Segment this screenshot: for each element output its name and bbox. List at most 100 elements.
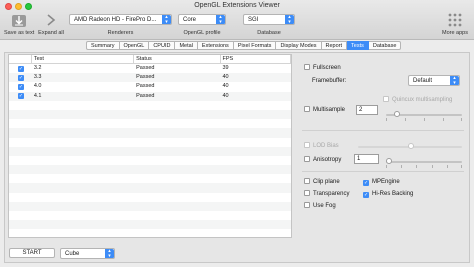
fps-cell: 39 — [222, 65, 229, 71]
table-header: Test Status FPS — [9, 55, 291, 64]
table-row[interactable]: ✓ 4.1 Passed 40 — [9, 91, 291, 101]
quincux-option[interactable]: Quincux multisampling — [383, 96, 452, 104]
tab-database[interactable]: Database — [368, 41, 402, 50]
database-select-value: SGI — [248, 17, 259, 23]
column-header-enabled[interactable] — [9, 55, 32, 63]
toolbar: OpenGL Extensions Viewer Save as text Ex… — [0, 0, 474, 40]
fps-cell: 40 — [222, 74, 229, 81]
multisample-label: Multisample — [313, 107, 346, 113]
anisotropy-label: Anisotropy — [313, 157, 342, 163]
anisotropy-slider-ticks — [386, 165, 462, 168]
lod-bias-label: LOD Bias — [313, 143, 339, 149]
empty-row — [9, 156, 291, 165]
anisotropy-slider[interactable] — [386, 161, 462, 163]
empty-row — [9, 174, 291, 183]
tab-cpuid[interactable]: CPUID — [149, 41, 176, 50]
expand-all-button[interactable]: Expand all — [36, 12, 66, 36]
mpengine-label: MPEngine — [372, 179, 400, 185]
column-header-test[interactable]: Test — [32, 55, 135, 63]
table-body: ✓ 3.2 Passed 39 ✓ 3.3 Passed 40 ✓ 4.0 Pa… — [9, 64, 291, 237]
select-arrows-icon: ▴ ▾ — [285, 15, 294, 24]
multisample-value-field[interactable]: 2 — [356, 105, 378, 115]
multisample-checkbox[interactable] — [304, 106, 310, 112]
mpengine-checkbox[interactable]: ✓ — [363, 180, 369, 186]
tab-report[interactable]: Report — [321, 41, 348, 50]
chevron-right-icon — [47, 14, 56, 26]
test-cell: 3.3 — [33, 74, 42, 81]
tab-display-modes[interactable]: Display Modes — [276, 41, 322, 50]
more-apps-label: More apps — [442, 30, 468, 36]
row-enabled-checkbox[interactable]: ✓ — [18, 83, 24, 90]
start-button[interactable]: START — [9, 248, 55, 258]
mpengine-option[interactable]: ✓ MPEngine — [363, 178, 400, 186]
renderer-select[interactable]: AMD Radeon HD - FirePro D... ▴ ▾ — [69, 14, 172, 25]
multisample-option[interactable]: Multisample — [304, 106, 345, 114]
empty-row — [9, 201, 291, 211]
tab-metal[interactable]: Metal — [175, 41, 198, 50]
use-fog-checkbox[interactable] — [304, 202, 310, 208]
row-enabled-checkbox[interactable]: ✓ — [18, 65, 24, 72]
clip-plane-checkbox[interactable] — [304, 178, 310, 184]
renderer-select-value: AMD Radeon HD - FirePro D... — [74, 17, 157, 23]
fullscreen-checkbox[interactable] — [304, 64, 310, 70]
tab-summary[interactable]: Summary — [86, 41, 120, 50]
profile-select[interactable]: Core ▴ ▾ — [178, 14, 226, 25]
multisample-slider-knob[interactable] — [394, 111, 400, 117]
anisotropy-value-field[interactable]: 1 — [354, 154, 379, 164]
more-apps-button[interactable]: More apps — [440, 12, 470, 36]
status-cell: Passed — [136, 83, 155, 90]
clip-plane-label: Clip plane — [313, 179, 340, 185]
select-arrows-icon: ▴ ▾ — [450, 76, 459, 85]
column-header-fps[interactable]: FPS — [221, 55, 291, 63]
row-enabled-checkbox[interactable]: ✓ — [18, 93, 24, 100]
use-fog-label: Use Fog — [313, 203, 336, 209]
lod-bias-slider-knob[interactable] — [408, 143, 414, 149]
tab-extensions[interactable]: Extensions — [197, 41, 234, 50]
quincux-checkbox[interactable] — [383, 96, 389, 102]
fullscreen-option[interactable]: Fullscreen — [304, 64, 341, 72]
opengl-profile-label: OpenGL profile — [183, 30, 221, 36]
select-arrows-icon: ▴ ▾ — [105, 249, 114, 258]
framebuffer-select[interactable]: Default ▴ ▾ — [408, 75, 460, 86]
hires-backing-checkbox[interactable]: ✓ — [363, 192, 369, 198]
column-header-status[interactable]: Status — [134, 55, 221, 63]
table-row[interactable]: ✓ 3.3 Passed 40 — [9, 73, 291, 83]
section-divider — [302, 130, 464, 131]
transparency-option[interactable]: Transparency — [304, 190, 349, 198]
anisotropy-option[interactable]: Anisotropy — [304, 156, 341, 164]
window-title: OpenGL Extensions Viewer — [194, 2, 280, 9]
multisample-slider-ticks — [386, 118, 462, 121]
empty-row — [9, 146, 291, 156]
empty-row — [9, 193, 291, 202]
empty-row — [9, 165, 291, 175]
database-select[interactable]: SGI ▴ ▾ — [243, 14, 295, 25]
fullscreen-label: Fullscreen — [313, 65, 341, 71]
hires-backing-option[interactable]: ✓ Hi-Res Backing — [363, 190, 413, 198]
quincux-label: Quincux multisampling — [392, 97, 453, 103]
empty-row — [9, 229, 291, 237]
tab-tests[interactable]: Tests — [347, 41, 369, 50]
save-as-text-button[interactable]: Save as text — [4, 12, 34, 36]
scene-select[interactable]: Cube ▴ ▾ — [60, 248, 115, 259]
row-enabled-checkbox[interactable]: ✓ — [18, 74, 24, 81]
empty-row — [9, 220, 291, 230]
download-icon — [12, 15, 26, 27]
anisotropy-slider-knob[interactable] — [386, 158, 392, 164]
use-fog-option[interactable]: Use Fog — [304, 202, 336, 210]
select-arrows-icon: ▴ ▾ — [162, 15, 171, 24]
empty-row — [9, 128, 291, 138]
tests-table[interactable]: Test Status FPS ✓ 3.2 Passed 39 ✓ 3.3 Pa… — [8, 54, 292, 238]
scene-select-value: Cube — [65, 251, 80, 257]
lod-bias-option[interactable]: LOD Bias — [304, 142, 339, 150]
empty-row — [9, 119, 291, 128]
tab-bar: Summary OpenGL CPUID Metal Extensions Pi… — [86, 41, 402, 50]
clip-plane-option[interactable]: Clip plane — [304, 178, 340, 186]
lod-bias-checkbox[interactable] — [304, 142, 310, 148]
anisotropy-checkbox[interactable] — [304, 156, 310, 162]
table-row[interactable]: ✓ 4.0 Passed 40 — [9, 82, 291, 91]
transparency-checkbox[interactable] — [304, 190, 310, 196]
tab-opengl[interactable]: OpenGL — [119, 41, 150, 50]
table-row[interactable]: ✓ 3.2 Passed 39 — [9, 64, 291, 73]
tab-pixel-formats[interactable]: Pixel Formats — [233, 41, 277, 50]
select-arrows-icon: ▴ ▾ — [216, 15, 225, 24]
